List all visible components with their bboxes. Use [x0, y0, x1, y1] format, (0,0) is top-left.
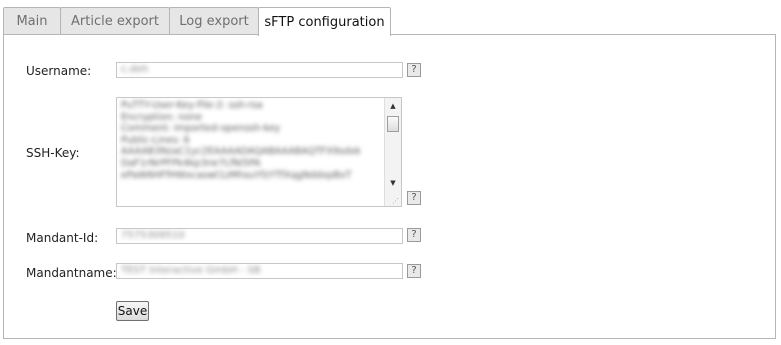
- username-help-icon[interactable]: ?: [407, 63, 421, 77]
- ssh-key-scrollbar[interactable]: ▲ ▼: [384, 98, 401, 206]
- resize-grip-icon[interactable]: ⋰: [392, 197, 399, 205]
- tab-article-export[interactable]: Article export: [60, 7, 170, 34]
- mandantname-label: Mandantname:: [26, 266, 117, 280]
- ssh-key-line: Comment: imported-openssh-key: [121, 123, 281, 135]
- ssh-key-line: DaF1rNrPFPk4kp3ne7LfNi5PA: [121, 157, 261, 169]
- scroll-thumb[interactable]: [387, 116, 399, 132]
- ssh-key-help-icon[interactable]: ?: [407, 191, 421, 205]
- scroll-up-arrow-icon[interactable]: ▲: [385, 99, 401, 113]
- username-label: Username:: [26, 64, 92, 78]
- sftp-configuration-panel: Username: c.deh ? SSH-Key: PuTTY-User-Ke…: [3, 34, 776, 339]
- ssh-key-line: PuTTY-User-Key-File-2: ssh-rsa: [121, 100, 263, 111]
- mandant-id-value: 7575309510: [121, 230, 185, 241]
- tab-sftp-configuration[interactable]: sFTP configuration: [258, 7, 391, 36]
- username-field[interactable]: c.deh: [116, 62, 403, 78]
- ssh-key-label: SSH-Key:: [26, 146, 80, 160]
- ssh-key-line: ePaW6HFfHWxcaswt1zMhsuYfzYTfXqgNddxpBxT: [121, 169, 352, 181]
- mandant-id-field[interactable]: 7575309510: [116, 228, 403, 244]
- ssh-key-content: PuTTY-User-Key-File-2: ssh-rsa Encryptio…: [121, 100, 383, 181]
- tab-log-export[interactable]: Log export: [169, 7, 259, 34]
- ssh-key-textarea[interactable]: PuTTY-User-Key-File-2: ssh-rsa Encryptio…: [116, 97, 402, 207]
- mandantname-help-icon[interactable]: ?: [407, 264, 421, 278]
- mandantname-value: TEST Interactive GmbH - SB: [121, 265, 261, 276]
- tab-main[interactable]: Main: [3, 7, 61, 34]
- mandantname-field[interactable]: TEST Interactive GmbH - SB: [116, 263, 403, 279]
- ssh-key-line: Public-Lines: 6: [121, 134, 190, 146]
- ssh-key-line: Encryption: none: [121, 111, 202, 123]
- ssh-key-line: AAAAB3NzaC1yc2EAAAADAQABAAABAQTFX9sdxk: [121, 146, 361, 158]
- mandant-id-help-icon[interactable]: ?: [407, 228, 421, 242]
- username-value: c.deh: [121, 64, 149, 75]
- save-button[interactable]: Save: [116, 301, 149, 321]
- mandant-id-label: Mandant-Id:: [26, 231, 99, 245]
- scroll-down-arrow-icon[interactable]: ▼: [385, 176, 401, 190]
